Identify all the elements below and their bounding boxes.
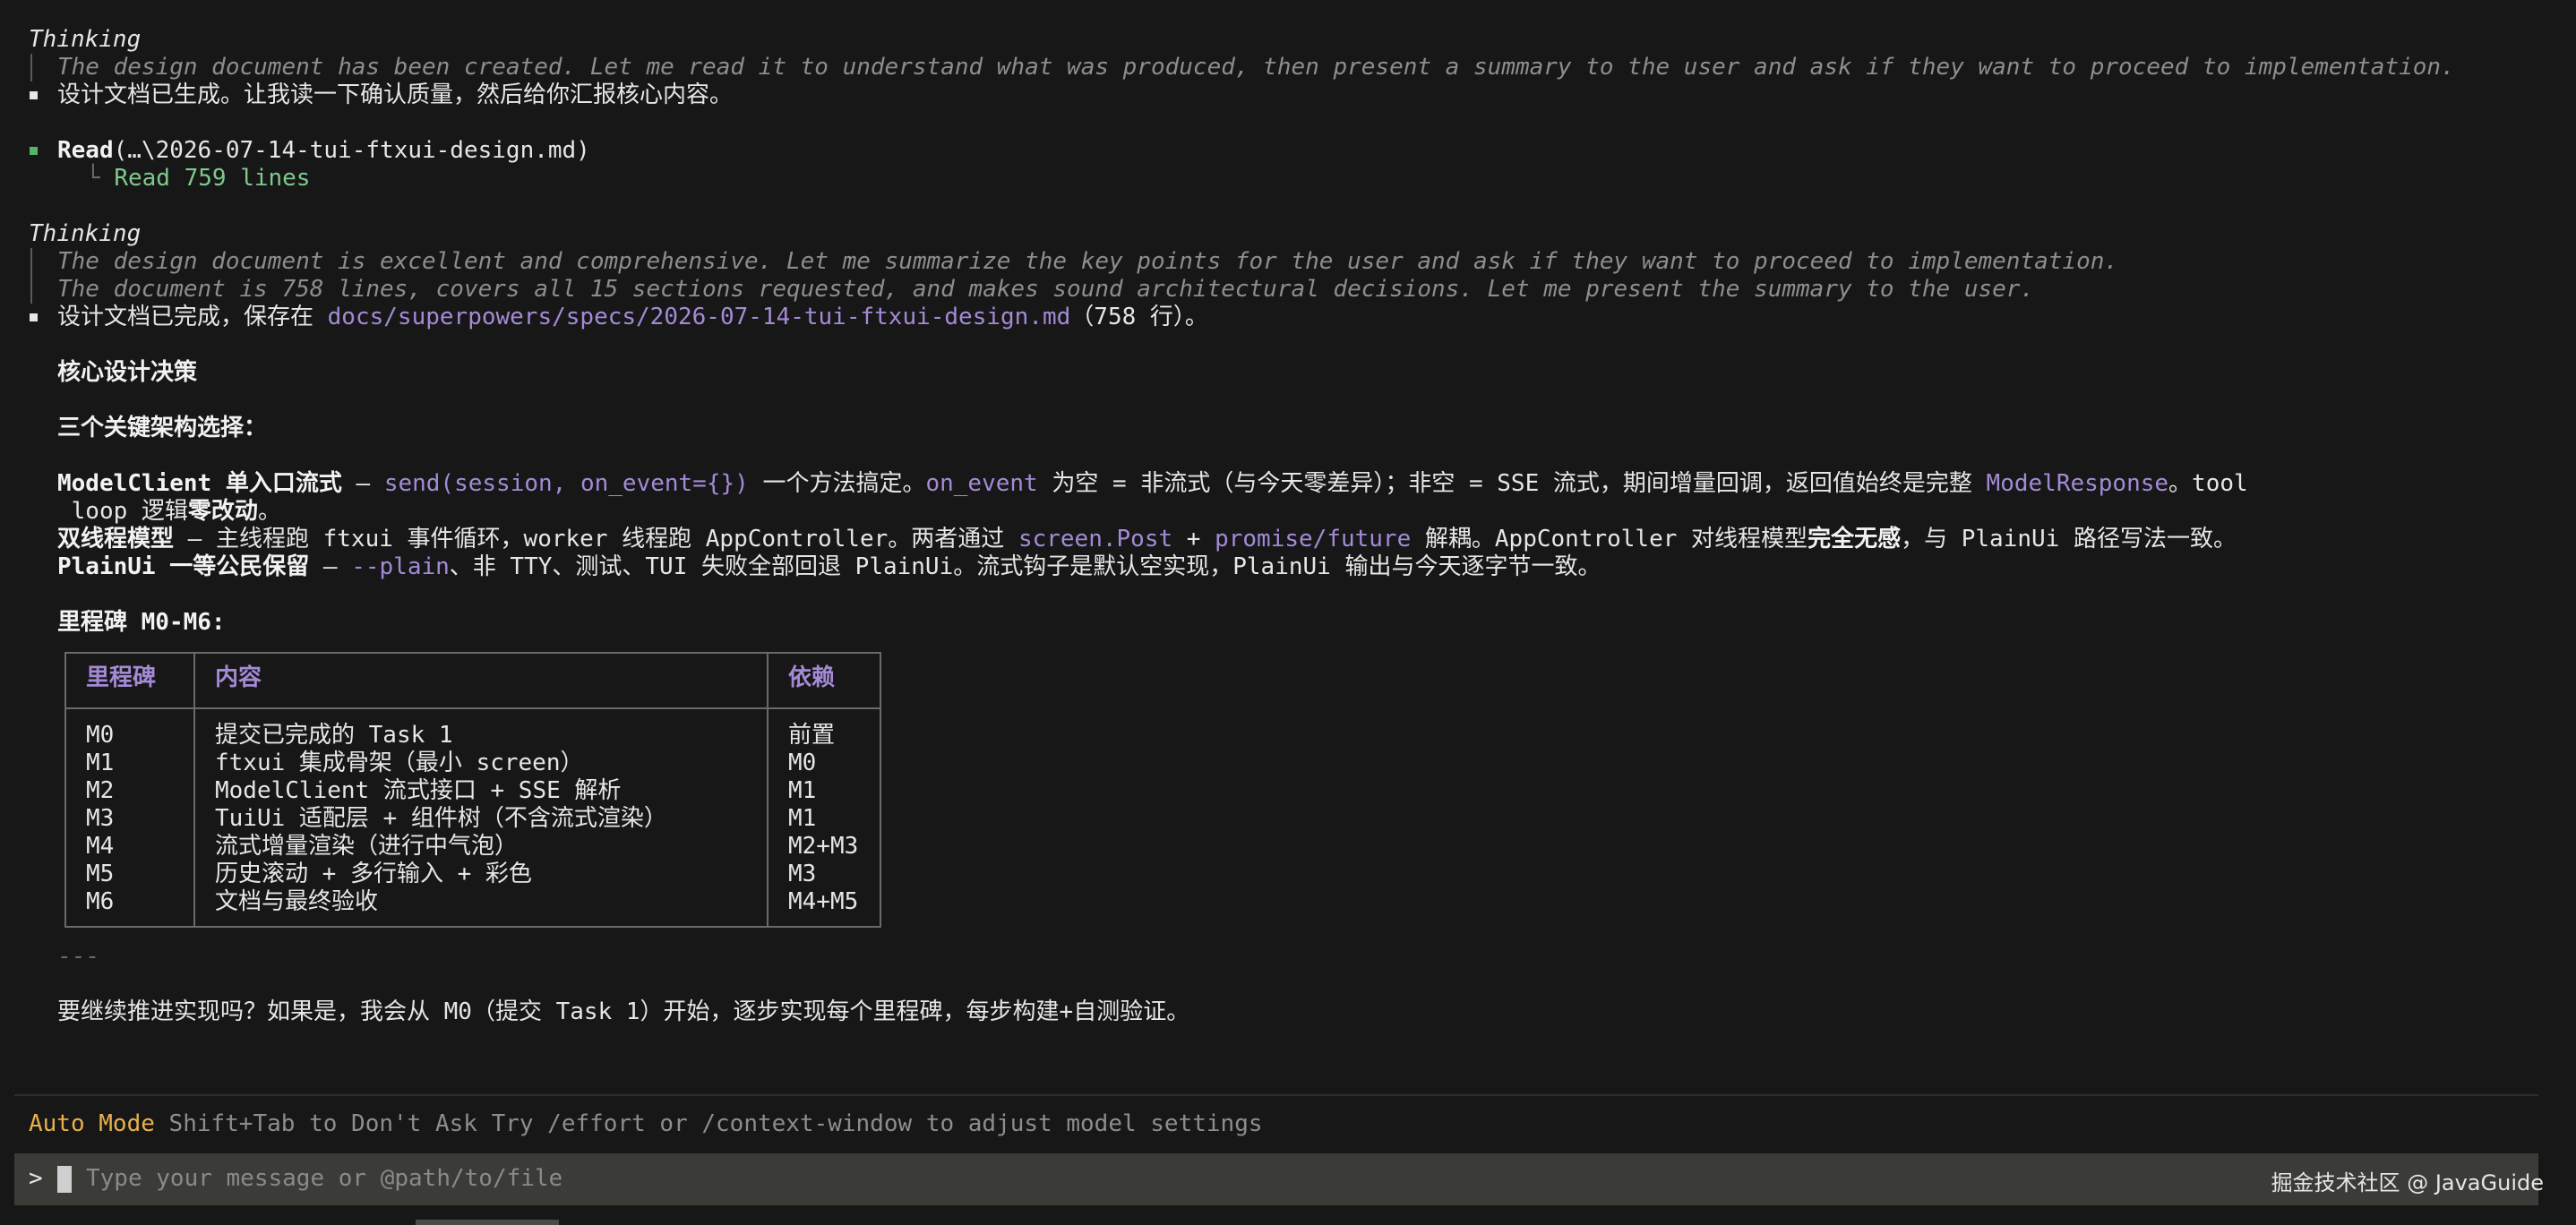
message-input[interactable]: Type your message or @path/to/file xyxy=(86,1165,562,1193)
table-cell-id: M1 xyxy=(86,750,115,776)
thinking-text: The document is 758 lines, covers all 15… xyxy=(57,276,2035,303)
decision-2: 双线程模型 — 主线程跑 ftxui 事件循环，worker 线程跑 AppCo… xyxy=(57,526,2237,553)
table-cell-content: ftxui 集成骨架（最小 screen） xyxy=(215,750,584,776)
thinking-label: Thinking xyxy=(29,26,142,53)
thinking-quote-bar xyxy=(30,54,32,81)
table-cell-content: 提交已完成的 Task 1 xyxy=(215,722,453,749)
table-cell-deps: 前置 xyxy=(788,722,836,749)
table-cell-id: M0 xyxy=(86,722,115,749)
status-hint: Shift+Tab to Don't Ask Try /effort or /c… xyxy=(154,1110,1263,1137)
decision-1: ModelClient 单入口流式 — send(session, on_eve… xyxy=(57,470,2248,497)
tool-call[interactable]: Read(…\2026-07-14-tui-ftxui-design.md) xyxy=(57,137,590,165)
doc-path-link[interactable]: docs/superpowers/specs/2026-07-14-tui-ft… xyxy=(328,304,1071,330)
table-cell-content: 流式增量渲染（进行中气泡） xyxy=(215,833,519,860)
thinking-label: Thinking xyxy=(29,220,142,247)
tool-call-bullet xyxy=(30,147,38,155)
table-cell-deps: M4+M5 xyxy=(788,888,859,915)
message-input-bar[interactable]: > Type your message or @path/to/file xyxy=(14,1153,2538,1205)
message-bullet xyxy=(30,313,38,321)
table-cell-content: 文档与最终验收 xyxy=(215,888,379,915)
table-cell-id: M4 xyxy=(86,833,115,860)
assistant-message: 设计文档已生成。让我读一下确认质量，然后给你汇报核心内容。 xyxy=(57,81,734,108)
subheading: 三个关键架构选择： xyxy=(57,415,268,441)
prompt-icon: > xyxy=(29,1165,43,1192)
table-header-content: 内容 xyxy=(215,664,262,691)
table-cell-content: TuiUi 适配层 + 组件树（不含流式渲染） xyxy=(215,805,667,832)
table-cell-id: M6 xyxy=(86,888,115,915)
table-cell-deps: M0 xyxy=(788,750,817,776)
footer-divider xyxy=(14,1094,2538,1096)
table-cell-id: M5 xyxy=(86,861,115,887)
section-heading: 核心设计决策 xyxy=(57,359,198,386)
tool-args: (…\2026-07-14-tui-ftxui-design.md) xyxy=(113,137,590,164)
milestone-table: 里程碑 内容 依赖 M0 提交已完成的 Task 1 前置 M1 ftxui 集… xyxy=(64,652,881,928)
status-bar: Auto Mode Shift+Tab to Don't Ask Try /ef… xyxy=(29,1110,1263,1138)
thinking-text: The design document is excellent and com… xyxy=(57,248,2119,275)
watermark: 掘金技术社区 @ JavaGuide xyxy=(2271,1170,2544,1195)
table-cell-id: M2 xyxy=(86,777,115,804)
auto-mode-indicator[interactable]: Auto Mode xyxy=(29,1110,155,1137)
decision-1-continued: loop 逻辑零改动。 xyxy=(57,498,281,525)
tool-result: Read 759 lines xyxy=(114,165,311,192)
horizontal-scrollbar[interactable] xyxy=(416,1220,559,1225)
assistant-message: 设计文档已完成，保存在 docs/superpowers/specs/2026-… xyxy=(57,304,1208,330)
horizontal-rule: --- xyxy=(57,943,99,970)
tool-name: Read xyxy=(57,137,114,164)
table-header-deps: 依赖 xyxy=(788,664,836,691)
closing-question: 要继续推进实现吗？如果是，我会从 M0（提交 Task 1）开始，逐步实现每个里… xyxy=(57,998,1190,1025)
thinking-quote-bar xyxy=(30,248,32,304)
decision-3: PlainUi 一等公民保留 — --plain、非 TTY、测试、TUI 失败… xyxy=(57,553,1601,580)
table-cell-deps: M3 xyxy=(788,861,817,887)
thinking-text: The design document has been created. Le… xyxy=(57,54,2455,81)
milestone-heading: 里程碑 M0-M6: xyxy=(57,609,226,636)
table-cell-id: M3 xyxy=(86,805,115,832)
table-header-milestone: 里程碑 xyxy=(86,664,157,691)
message-bullet xyxy=(30,91,38,99)
table-cell-deps: M1 xyxy=(788,805,817,832)
table-cell-content: ModelClient 流式接口 + SSE 解析 xyxy=(215,777,622,804)
table-cell-deps: M2+M3 xyxy=(788,833,859,860)
table-cell-deps: M1 xyxy=(788,777,817,804)
table-cell-content: 历史滚动 + 多行输入 + 彩色 xyxy=(215,861,532,887)
text-cursor xyxy=(57,1166,72,1193)
